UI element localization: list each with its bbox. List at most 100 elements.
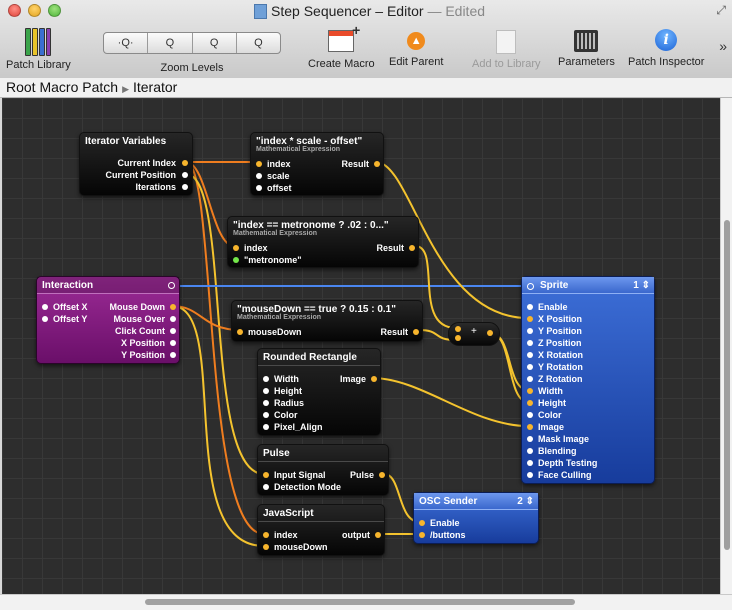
sprite-port-8: Height [538,398,566,408]
port-index: index [274,530,298,540]
zoom-fit-button[interactable]: ·Q· [104,33,149,53]
plus-input-2-dot[interactable] [455,335,461,341]
minimize-button[interactable] [28,4,41,17]
patch-library-button[interactable]: Patch Library [6,28,71,71]
port-y-position-dot[interactable] [170,352,176,358]
math-expression-node-1[interactable]: "index * scale - offset" Mathematical Ex… [250,132,384,196]
breadcrumb-separator-icon: ▶ [122,84,129,94]
up-arrow-circle-icon: ▲ [407,32,426,50]
pulse-node[interactable]: Pulse Input Signal Detection Mode Pulse [257,444,389,496]
plus-output-dot[interactable] [487,330,493,336]
vertical-scroll-thumb[interactable] [724,220,730,550]
port-y-position: Y Position [121,350,165,360]
port-x-position-dot[interactable] [170,340,176,346]
port-mouse-down-dot[interactable] [170,304,176,310]
sprite-port-dot-14[interactable] [527,472,533,478]
close-button[interactable] [8,4,21,17]
interaction-output-dot[interactable] [168,282,175,289]
port-image-dot[interactable] [371,376,377,382]
breadcrumb-current[interactable]: Iterator [133,78,177,97]
sprite-port-dot-5[interactable] [527,364,533,370]
sliders-icon [574,30,599,52]
zoom-levels-label: Zoom Levels [160,62,224,74]
port-result-dot[interactable] [374,161,380,167]
port-detection-mode-dot[interactable] [263,484,269,490]
zoom-button[interactable] [48,4,61,17]
port-mouse-over-dot[interactable] [170,316,176,322]
port-buttons-dot[interactable] [419,532,425,538]
horizontal-scrollbar[interactable] [0,594,732,610]
sprite-port-dot-2[interactable] [527,328,533,334]
toolbar-overflow-icon[interactable]: » [719,38,727,54]
layer-badge[interactable]: 1 ⇕ [633,280,650,291]
port-offset-dot[interactable] [256,185,262,191]
layer-badge[interactable]: 2 ⇕ [517,496,534,507]
math-expression-node-3[interactable]: "mouseDown == true ? 0.15 : 0.1" Mathema… [231,300,423,342]
port-pixel-align-dot[interactable] [263,424,269,430]
sprite-node[interactable]: Sprite 1 ⇕ Enable X Position Y Position Z P… [521,276,655,484]
port-enable-dot[interactable] [419,520,425,526]
math-expression-node-2[interactable]: "index == metronome ? .02 : 0..." Mathem… [227,216,419,268]
parameters-button[interactable]: Parameters [558,28,615,68]
sprite-port-dot-7[interactable] [527,388,533,394]
port-pulse: Pulse [349,470,374,480]
port-index-dot[interactable] [256,161,262,167]
patch-inspector-button[interactable]: i Patch Inspector [628,28,704,68]
rounded-rectangle-node[interactable]: Rounded Rectangle Width Height Radius Co… [257,348,381,436]
breadcrumb-root[interactable]: Root Macro Patch [6,78,118,97]
interaction-node[interactable]: Interaction Offset X Offset Y Mouse Down… [36,276,180,364]
port-output-dot[interactable] [375,532,381,538]
port-index-dot[interactable] [263,532,269,538]
sprite-port-dot-8[interactable] [527,400,533,406]
sprite-port-dot-0[interactable] [527,304,533,310]
port-current-index-dot[interactable] [182,160,188,166]
port-scale-dot[interactable] [256,173,262,179]
port-input-signal-dot[interactable] [263,472,269,478]
port-mousedown: mouseDown [274,542,328,552]
port-result-dot[interactable] [413,329,419,335]
port-offset-y-dot[interactable] [42,316,48,322]
iterator-variables-node[interactable]: Iterator Variables Current Index Current… [79,132,193,196]
sprite-port-dot-4[interactable] [527,352,533,358]
zoom-in-button[interactable]: Q [237,33,280,53]
sprite-port-dot-1[interactable] [527,316,533,322]
port-width-dot[interactable] [263,376,269,382]
sprite-port-dot-3[interactable] [527,340,533,346]
port-current-position-dot[interactable] [182,172,188,178]
plus-input-1-dot[interactable] [455,326,461,332]
port-mouse-over: Mouse Over [113,314,165,324]
sprite-port-dot-12[interactable] [527,448,533,454]
port-click-count-dot[interactable] [170,328,176,334]
port-iterations-dot[interactable] [182,184,188,190]
add-to-library-button[interactable]: Add to Library [472,28,540,70]
port-offset-x-dot[interactable] [42,304,48,310]
sprite-input-dot[interactable] [527,283,534,290]
port-height-dot[interactable] [263,388,269,394]
zoom-out-button[interactable]: Q [148,33,193,53]
port-metronome-dot[interactable] [233,257,239,263]
sprite-port-dot-6[interactable] [527,376,533,382]
add-operation-node[interactable]: + [448,322,500,346]
zoom-actual-button[interactable]: Q [193,33,237,53]
javascript-node[interactable]: JavaScript index mouseDown output [257,504,385,556]
port-pulse-dot[interactable] [379,472,385,478]
horizontal-scroll-thumb[interactable] [145,599,575,605]
port-result-dot[interactable] [409,245,415,251]
sprite-port-dot-10[interactable] [527,424,533,430]
port-color-dot[interactable] [263,412,269,418]
port-mousedown-dot[interactable] [237,329,243,335]
sprite-port-dot-11[interactable] [527,436,533,442]
port-mousedown-dot[interactable] [263,544,269,550]
port-index-dot[interactable] [233,245,239,251]
sprite-port-13: Depth Testing [538,458,598,468]
fullscreen-icon[interactable]: ⤢ [716,3,726,18]
osc-sender-node[interactable]: OSC Sender 2 ⇕ Enable /buttons [413,492,539,544]
create-macro-button[interactable]: + Create Macro [308,22,375,70]
port-radius-dot[interactable] [263,400,269,406]
vertical-scrollbar[interactable] [720,98,732,594]
patch-canvas[interactable]: Iterator Variables Current Index Current… [2,98,720,594]
sprite-port-dot-9[interactable] [527,412,533,418]
edit-parent-button[interactable]: ▲ Edit Parent [389,28,443,68]
sprite-port-dot-13[interactable] [527,460,533,466]
port-result: Result [380,327,408,337]
